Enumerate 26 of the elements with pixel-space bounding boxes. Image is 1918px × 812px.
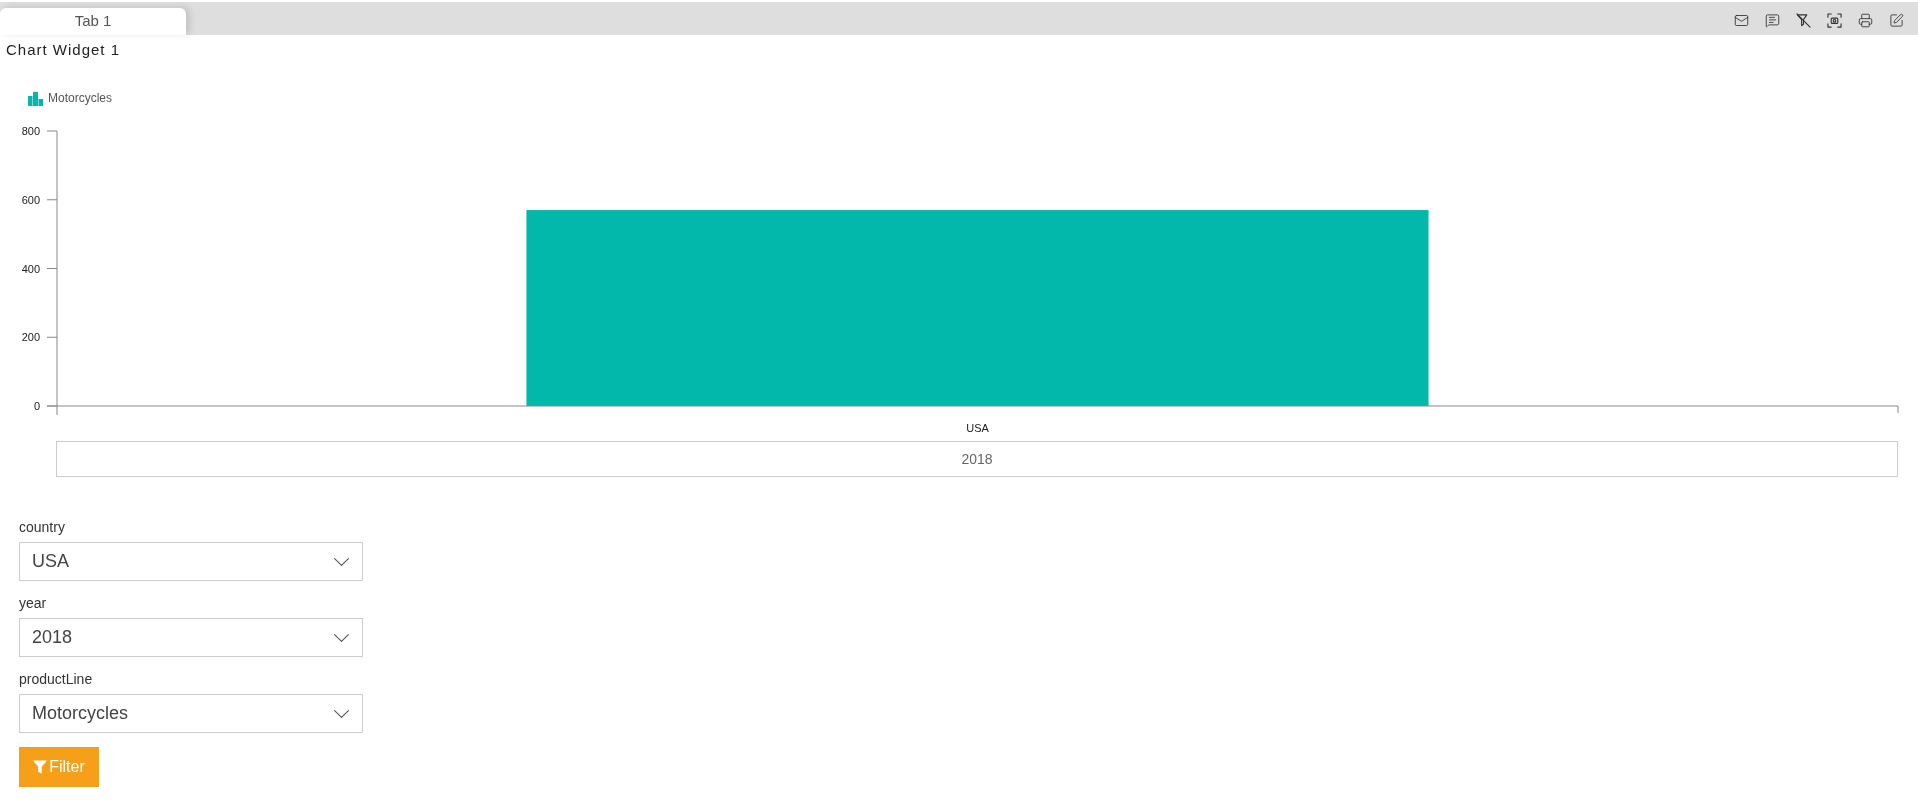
funnel-slash-icon[interactable] [1796,13,1811,28]
group-label: 2018 [56,441,1898,477]
select-field[interactable]: Motorcycles [19,694,363,733]
axis-tick-label: 0 [33,400,40,412]
axis-tick-label: 400 [21,262,40,275]
camera-scan-icon[interactable] [1827,13,1842,28]
chevron-down-icon [334,709,349,718]
select-field[interactable]: USA [19,542,363,581]
chevron-down-icon [334,557,349,566]
axis-tick-label: 600 [21,193,40,206]
legend-label: Motorcycles [48,91,112,105]
field-label: year [19,595,47,611]
funnel-icon [33,760,48,774]
pencil-square-icon[interactable] [1889,13,1904,28]
axis-tick-label: 800 [21,125,40,137]
tab[interactable]: Tab 1 [0,8,186,35]
chevron-down-icon [334,633,349,642]
comment-icon[interactable] [1765,13,1780,28]
field-label: country [19,519,65,535]
mail-icon[interactable] [1734,13,1749,28]
category-label: USA [966,422,989,434]
select-field[interactable]: 2018 [19,618,363,657]
axis-tick-label: 200 [21,331,40,344]
field-label: productLine [19,671,93,687]
printer-icon[interactable] [1858,13,1873,28]
widget-title: Chart Widget 1 [5,40,121,59]
